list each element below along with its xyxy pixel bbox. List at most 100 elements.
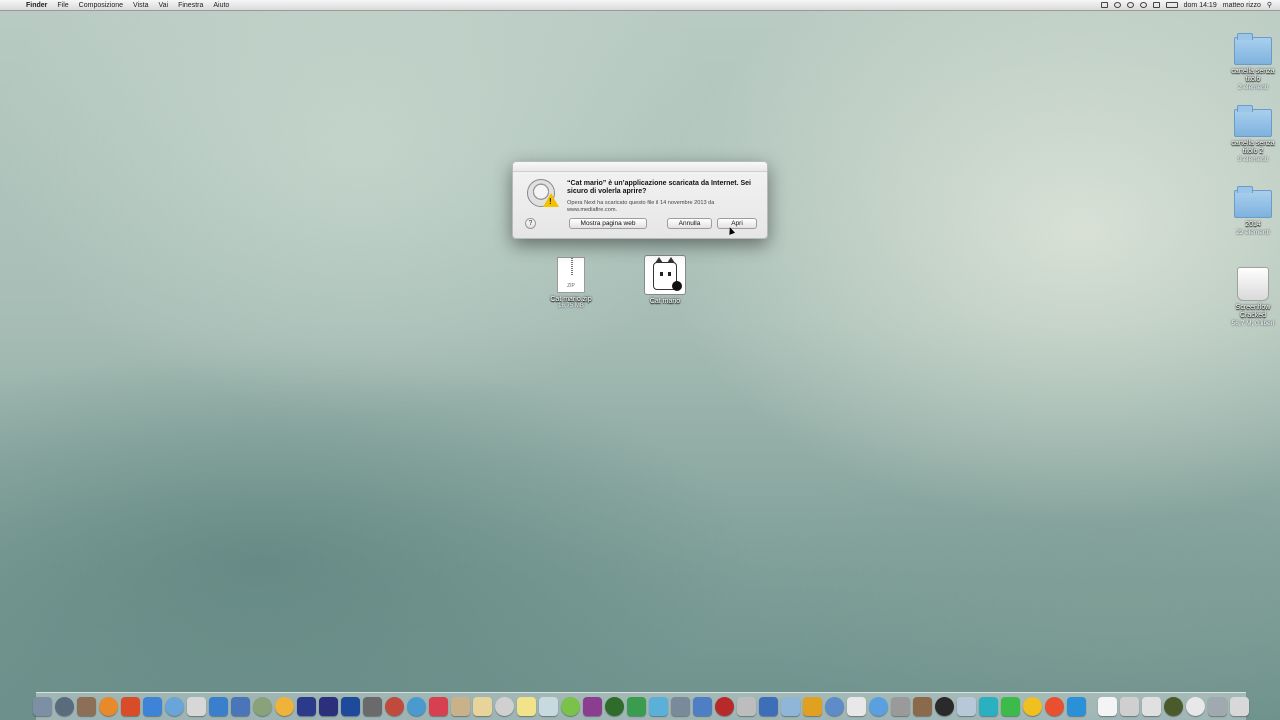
- settings-icon[interactable]: [649, 697, 668, 716]
- ccleaner-icon[interactable]: [957, 697, 976, 716]
- cat-mario-icon[interactable]: [825, 697, 844, 716]
- textedit-icon[interactable]: [495, 697, 514, 716]
- desktop-drive[interactable]: Screenflow Cracked 56,7 M, 0 liberi: [1225, 267, 1280, 328]
- file-size: 16,75 MB: [558, 303, 584, 309]
- books-icon[interactable]: [407, 697, 426, 716]
- zip-file[interactable]: ZIP Cat mario.zip 16,75 MB: [541, 257, 601, 309]
- activity-icon[interactable]: [935, 697, 954, 716]
- desktop-item-label: cartella senza titolo: [1231, 68, 1275, 83]
- bluetooth-icon[interactable]: [1126, 2, 1134, 8]
- document-icon[interactable]: [1120, 697, 1139, 716]
- cat-mario-icon: [644, 255, 686, 295]
- open-button[interactable]: Apri: [717, 218, 757, 229]
- status-area: dom 14:19 matteo rizzo ⚲: [1100, 1, 1272, 9]
- user-name[interactable]: matteo rizzo: [1223, 2, 1261, 9]
- menu-finestra[interactable]: Finestra: [178, 2, 203, 9]
- menu-finder[interactable]: Finder: [26, 2, 47, 9]
- tunnelbear-icon[interactable]: [605, 697, 624, 716]
- desktop-item-sub: 22 elementi: [1236, 229, 1270, 236]
- calendar-icon[interactable]: [451, 697, 470, 716]
- prompt-icon[interactable]: [341, 697, 360, 716]
- cleaner-icon[interactable]: [781, 697, 800, 716]
- chrome-icon[interactable]: [143, 697, 162, 716]
- vlc-icon[interactable]: [99, 697, 118, 716]
- info-icon[interactable]: [1186, 697, 1205, 716]
- volume-icon[interactable]: [1152, 2, 1160, 8]
- itunes-icon[interactable]: [737, 697, 756, 716]
- photoshop-icon[interactable]: [319, 697, 338, 716]
- compass-icon[interactable]: [869, 697, 888, 716]
- safari-icon[interactable]: [165, 697, 184, 716]
- powerpoint-icon[interactable]: [1023, 697, 1042, 716]
- minecraft-icon[interactable]: [539, 697, 558, 716]
- camera-icon[interactable]: [1100, 2, 1108, 8]
- dialog-title: “Cat mario” è un’applicazione scaricata …: [567, 180, 752, 195]
- dock: [33, 692, 1249, 720]
- disk-icon[interactable]: [561, 697, 580, 716]
- aftereffects-icon[interactable]: [297, 697, 316, 716]
- notes-icon[interactable]: [429, 697, 448, 716]
- spotlight-icon[interactable]: ⚲: [1267, 1, 1272, 9]
- dialog-titlebar: [513, 162, 767, 172]
- file-label: Cat mario: [649, 298, 681, 305]
- cat-mario-app[interactable]: Cat mario: [635, 255, 695, 305]
- messages-icon[interactable]: [627, 697, 646, 716]
- help-icon[interactable]: [1098, 697, 1117, 716]
- sysprefs-icon[interactable]: [803, 697, 822, 716]
- mission-control-icon[interactable]: [77, 697, 96, 716]
- maps-icon[interactable]: [253, 697, 272, 716]
- firefox-icon[interactable]: [121, 697, 140, 716]
- timemachine-icon[interactable]: [1113, 2, 1121, 8]
- dialog-message: Opera Next ha scaricato questo file il 1…: [567, 200, 715, 213]
- vlc2-icon[interactable]: [1001, 697, 1020, 716]
- desktop-folder-2[interactable]: cartella senza titolo 2 9 elementi: [1225, 105, 1280, 164]
- desktop-item-label: cartella senza titolo 2: [1231, 140, 1275, 155]
- stickies-icon[interactable]: [473, 697, 492, 716]
- menu-file[interactable]: File: [57, 2, 68, 9]
- appstore-icon[interactable]: [671, 697, 690, 716]
- network-icon[interactable]: [847, 697, 866, 716]
- menu-aiuto[interactable]: Aiuto: [213, 2, 229, 9]
- finder-icon[interactable]: [33, 697, 52, 716]
- minecraft2-icon[interactable]: [1164, 697, 1183, 716]
- desktop-item-sub: 56,7 M, 0 liberi: [1231, 320, 1275, 327]
- opera-icon[interactable]: [187, 697, 206, 716]
- folder-icon: [1234, 186, 1272, 218]
- show-web-page-button[interactable]: Mostra pagina web: [569, 218, 647, 229]
- folder-icon: [1234, 33, 1272, 65]
- drive-icon: [1237, 267, 1269, 301]
- xbox-icon[interactable]: [583, 697, 602, 716]
- mac-icon[interactable]: [759, 697, 778, 716]
- menu-vai[interactable]: Vai: [158, 2, 168, 9]
- trash-icon[interactable]: [1230, 697, 1249, 716]
- preview-icon[interactable]: [231, 697, 250, 716]
- mail-icon[interactable]: [209, 697, 228, 716]
- cat-icon[interactable]: [1067, 697, 1086, 716]
- games-icon[interactable]: [363, 697, 382, 716]
- folder-icon[interactable]: [1142, 697, 1161, 716]
- zip-file-icon: ZIP: [557, 257, 585, 293]
- zip-badge: ZIP: [567, 283, 575, 289]
- clock[interactable]: dom 14:19: [1184, 2, 1217, 9]
- desktop-folder-3[interactable]: 2014 22 elementi: [1225, 186, 1280, 237]
- desktop-item-label: Screenflow Cracked: [1235, 304, 1271, 319]
- help-button[interactable]: ?: [525, 218, 536, 229]
- battery-icon[interactable]: [1165, 2, 1178, 8]
- launchpad-icon[interactable]: [55, 697, 74, 716]
- safari2-icon[interactable]: [715, 697, 734, 716]
- word-icon[interactable]: [1045, 697, 1064, 716]
- terminal-icon[interactable]: [891, 697, 910, 716]
- menu-composizione[interactable]: Composizione: [79, 2, 123, 9]
- excel-icon[interactable]: [979, 697, 998, 716]
- cancel-button[interactable]: Annulla: [667, 218, 712, 229]
- keychain-icon[interactable]: [517, 697, 536, 716]
- wifi-icon[interactable]: [1139, 2, 1147, 8]
- tools-icon[interactable]: [913, 697, 932, 716]
- flash-icon[interactable]: [693, 697, 712, 716]
- desktop-folder-1[interactable]: cartella senza titolo 2 elementi: [1225, 33, 1280, 92]
- xcode-icon[interactable]: [385, 697, 404, 716]
- menu-vista[interactable]: Vista: [133, 2, 148, 9]
- drive-icon[interactable]: [1208, 697, 1227, 716]
- photos-icon[interactable]: [275, 697, 294, 716]
- menu-bar: Finder File Composizione Vista Vai Fines…: [0, 0, 1280, 11]
